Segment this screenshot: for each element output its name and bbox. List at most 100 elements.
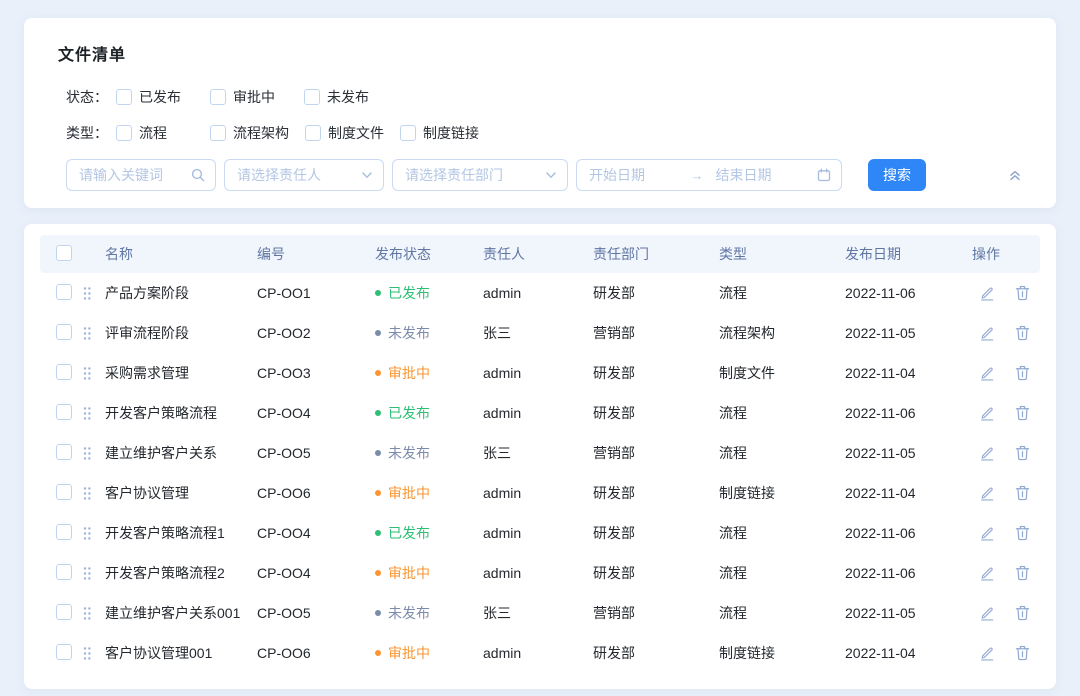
doc-code: CP-OO4 [257,565,375,581]
row-actions [972,605,1040,621]
column-header-date: 发布日期 [845,244,972,264]
status-cell: 未发布 [375,603,483,623]
trash-icon[interactable] [1015,285,1030,301]
type-option-architecture[interactable]: 流程架构 [210,123,289,143]
doc-code: CP-OO2 [257,325,375,341]
doc-code: CP-OO5 [257,605,375,621]
doc-owner: admin [483,645,593,661]
doc-owner: 张三 [483,603,593,623]
type-option-policy-file[interactable]: 制度文件 [305,123,384,143]
status-cell: 已发布 [375,523,483,543]
type-option-process[interactable]: 流程 [116,123,194,143]
doc-dept: 研发部 [593,523,719,543]
status-option-approving[interactable]: 审批中 [210,87,288,107]
search-button[interactable]: 搜索 [868,159,926,191]
checkbox-label: 制度链接 [423,123,479,143]
doc-publish-date: 2022-11-06 [845,565,972,581]
status-dot-icon [375,450,381,456]
row-checkbox[interactable] [56,324,72,340]
status-option-published[interactable]: 已发布 [116,87,194,107]
doc-owner: 张三 [483,323,593,343]
edit-button[interactable] [979,525,995,541]
collapse-icon[interactable] [1008,168,1022,182]
doc-code: CP-OO3 [257,365,375,381]
drag-handle-icon[interactable] [82,286,105,301]
edit-button[interactable] [979,405,995,421]
trash-icon[interactable] [1015,325,1030,341]
column-header-code: 编号 [257,244,375,264]
trash-icon[interactable] [1015,605,1030,621]
status-option-unpublished[interactable]: 未发布 [304,87,382,107]
doc-owner: admin [483,365,593,381]
owner-select[interactable]: 请选择责任人 [224,159,384,191]
trash-icon[interactable] [1015,445,1030,461]
checkbox[interactable] [210,89,226,105]
date-start-placeholder: 开始日期 [589,165,691,185]
checkbox[interactable] [210,125,226,141]
trash-icon[interactable] [1015,405,1030,421]
status-cell: 审批中 [375,363,483,383]
drag-handle-icon[interactable] [82,486,105,501]
checkbox[interactable] [305,125,321,141]
row-checkbox[interactable] [56,404,72,420]
doc-dept: 营销部 [593,603,719,623]
drag-handle-icon[interactable] [82,446,105,461]
doc-dept: 营销部 [593,443,719,463]
edit-button[interactable] [979,605,995,621]
edit-button[interactable] [979,485,995,501]
row-checkbox[interactable] [56,644,72,660]
row-checkbox[interactable] [56,604,72,620]
row-checkbox[interactable] [56,484,72,500]
doc-type: 流程 [719,443,845,463]
trash-icon[interactable] [1015,525,1030,541]
edit-button[interactable] [979,565,995,581]
doc-publish-date: 2022-11-05 [845,605,972,621]
column-header-type: 类型 [719,244,845,264]
checkbox[interactable] [304,89,320,105]
row-checkbox[interactable] [56,444,72,460]
checkbox[interactable] [116,89,132,105]
checkbox[interactable] [116,125,132,141]
drag-handle-icon[interactable] [82,646,105,661]
doc-type: 流程 [719,523,845,543]
doc-name: 采购需求管理 [105,363,257,383]
row-checkbox[interactable] [56,364,72,380]
trash-icon[interactable] [1015,645,1030,661]
drag-handle-icon[interactable] [82,566,105,581]
edit-button[interactable] [979,365,995,381]
drag-handle-icon[interactable] [82,326,105,341]
status-cell: 已发布 [375,403,483,423]
doc-type: 制度链接 [719,483,845,503]
row-actions [972,565,1040,581]
edit-button[interactable] [979,445,995,461]
drag-handle-icon[interactable] [82,526,105,541]
keyword-field[interactable] [66,159,216,191]
type-option-policy-link[interactable]: 制度链接 [400,123,479,143]
checkbox[interactable] [400,125,416,141]
drag-handle-icon[interactable] [82,406,105,421]
keyword-input[interactable] [79,167,191,183]
row-actions [972,325,1040,341]
edit-button[interactable] [979,285,995,301]
status-badge: 已发布 [388,403,430,423]
row-checkbox[interactable] [56,284,72,300]
doc-publish-date: 2022-11-05 [845,325,972,341]
trash-icon[interactable] [1015,365,1030,381]
select-all-checkbox[interactable] [56,245,72,261]
trash-icon[interactable] [1015,565,1030,581]
drag-handle-icon[interactable] [82,606,105,621]
drag-handle-icon[interactable] [82,366,105,381]
row-checkbox[interactable] [56,564,72,580]
calendar-icon [817,168,831,182]
row-checkbox[interactable] [56,524,72,540]
edit-button[interactable] [979,325,995,341]
checkbox-label: 未发布 [327,87,369,107]
edit-button[interactable] [979,645,995,661]
doc-code: CP-OO4 [257,525,375,541]
doc-owner: admin [483,565,593,581]
dept-select[interactable]: 请选择责任部门 [392,159,568,191]
doc-type: 流程 [719,403,845,423]
trash-icon[interactable] [1015,485,1030,501]
doc-owner: admin [483,485,593,501]
date-range-field[interactable]: 开始日期 → 结束日期 [576,159,842,191]
